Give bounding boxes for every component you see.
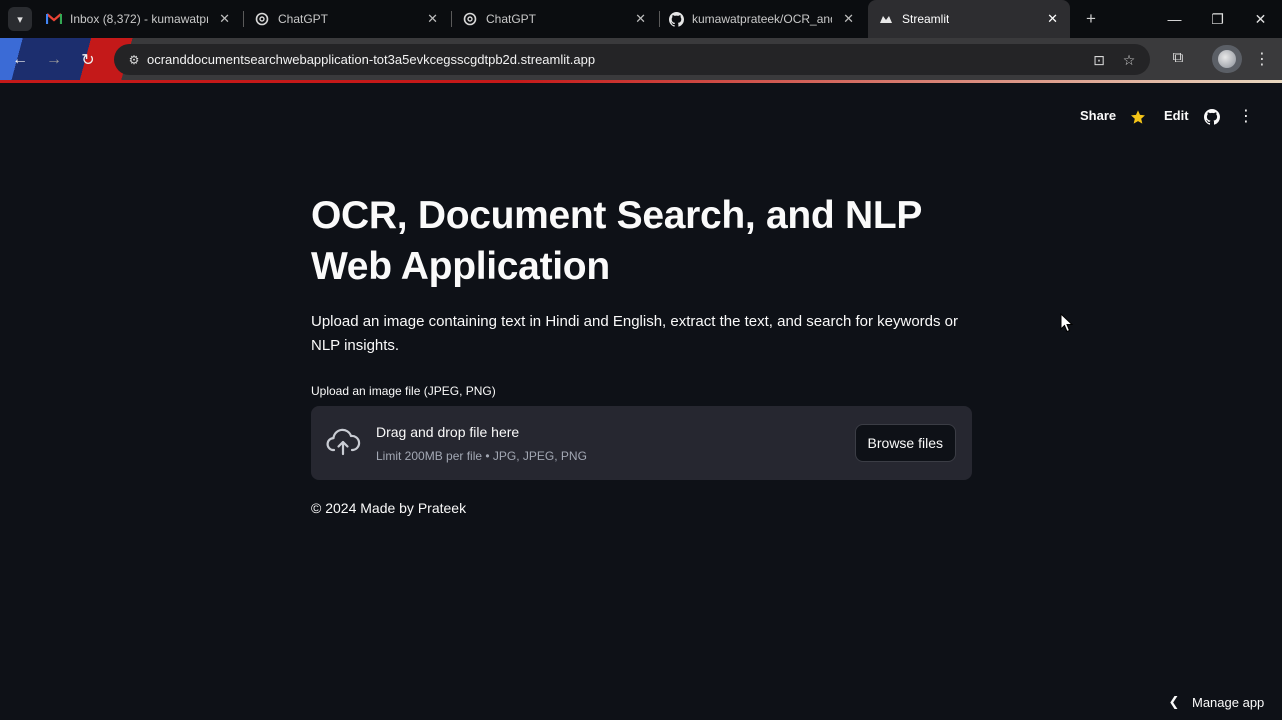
- dropzone-title: Drag and drop file here: [376, 424, 520, 440]
- minimize-icon: —: [1167, 11, 1182, 27]
- profile-avatar[interactable]: [1212, 45, 1242, 73]
- cloud-upload-icon: [325, 426, 361, 460]
- browser-tab-github[interactable]: kumawatprateek/OCR_and_ ✕: [660, 0, 866, 38]
- plus-icon: +: [1086, 9, 1096, 28]
- browser-tab-chatgpt-1[interactable]: ChatGPT ✕: [244, 0, 450, 38]
- manage-app-button[interactable]: ❮ Manage app: [1166, 692, 1265, 712]
- chatgpt-icon: [254, 11, 270, 27]
- tab-title: ChatGPT: [278, 12, 329, 26]
- browser-tab-chatgpt-2[interactable]: ChatGPT ✕: [452, 0, 658, 38]
- github-icon: [668, 11, 684, 27]
- mouse-cursor-icon: [1060, 312, 1074, 333]
- minimize-button[interactable]: —: [1153, 0, 1196, 38]
- chevron-down-icon: ▾: [17, 13, 23, 26]
- restore-button[interactable]: ❐: [1196, 0, 1239, 38]
- close-icon[interactable]: ✕: [219, 11, 230, 27]
- browser-tab-streamlit[interactable]: Streamlit ✕: [868, 0, 1070, 38]
- extensions-icon[interactable]: ⧉: [1168, 49, 1188, 69]
- app-menu-icon[interactable]: ⋮: [1236, 107, 1256, 127]
- site-settings-icon[interactable]: ⚙: [126, 52, 142, 68]
- tab-title: ChatGPT: [486, 12, 537, 26]
- github-icon[interactable]: [1202, 107, 1222, 127]
- window-close-button[interactable]: ✕: [1239, 0, 1282, 38]
- gmail-icon: [46, 11, 62, 27]
- restore-icon: ❐: [1211, 10, 1224, 27]
- bookmark-star-icon[interactable]: ☆: [1120, 51, 1138, 69]
- url-text: ocranddocumentsearchwebapplication-tot3a…: [147, 52, 596, 67]
- browser-menu-icon[interactable]: ⋮: [1254, 49, 1270, 69]
- install-app-icon[interactable]: ⊡: [1090, 51, 1108, 69]
- arrow-right-icon: →: [46, 51, 62, 68]
- star-icon[interactable]: [1128, 107, 1148, 127]
- share-button[interactable]: Share: [1080, 108, 1116, 123]
- tab-title: Inbox (8,372) - kumawatprat: [70, 12, 208, 26]
- browser-tab-gmail[interactable]: Inbox (8,372) - kumawatprat ✕: [36, 0, 242, 38]
- browse-files-button[interactable]: Browse files: [854, 424, 956, 462]
- new-tab-button[interactable]: +: [1082, 9, 1100, 29]
- file-dropzone[interactable]: Drag and drop file here Limit 200MB per …: [311, 406, 972, 480]
- address-bar[interactable]: ⚙ ocranddocumentsearchwebapplication-tot…: [114, 44, 1150, 75]
- chatgpt-icon: [462, 11, 478, 27]
- dropzone-limit-text: Limit 200MB per file • JPG, JPEG, PNG: [376, 449, 587, 463]
- forward-button[interactable]: →: [42, 48, 66, 72]
- close-icon[interactable]: ✕: [427, 11, 438, 27]
- edit-button[interactable]: Edit: [1164, 108, 1189, 123]
- close-icon: ✕: [1254, 10, 1267, 27]
- chevron-left-icon: ❮: [1168, 694, 1180, 709]
- manage-app-label: Manage app: [1192, 694, 1265, 710]
- page-description: Upload an image containing text in Hindi…: [311, 313, 959, 354]
- main-content: OCR, Document Search, and NLP Web Applic…: [311, 190, 972, 516]
- reload-icon: ↻: [81, 52, 95, 69]
- tab-title: kumawatprateek/OCR_and_: [692, 12, 832, 26]
- close-icon[interactable]: ✕: [635, 11, 646, 27]
- arrow-left-icon: ←: [12, 51, 28, 68]
- page-title: OCR, Document Search, and NLP Web Applic…: [311, 194, 922, 288]
- tab-title: Streamlit: [902, 12, 950, 26]
- avatar-icon: [1218, 50, 1236, 68]
- back-button[interactable]: ←: [8, 48, 32, 72]
- tab-search-button[interactable]: ▾: [8, 7, 32, 31]
- reload-button[interactable]: ↻: [76, 48, 100, 72]
- footer-text: © 2024 Made by Prateek: [311, 500, 467, 516]
- close-icon[interactable]: ✕: [1047, 11, 1058, 27]
- streamlit-icon: [878, 11, 894, 27]
- close-icon[interactable]: ✕: [843, 11, 854, 27]
- uploader-label: Upload an image file (JPEG, PNG): [311, 384, 496, 398]
